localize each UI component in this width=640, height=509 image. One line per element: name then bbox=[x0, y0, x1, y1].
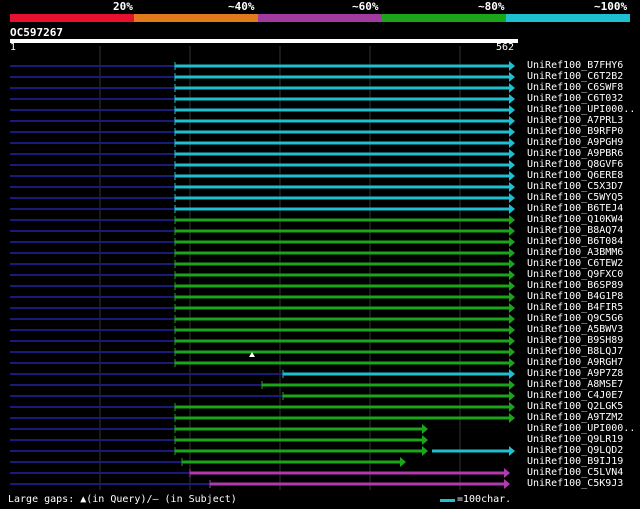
hit-label[interactable]: UniRef100_A9TZM2 bbox=[527, 412, 623, 423]
hit-label[interactable]: UniRef100_B4FIR5 bbox=[527, 302, 623, 313]
hit-label[interactable]: UniRef100_Q10KW4 bbox=[527, 214, 623, 225]
hit-arrow bbox=[509, 127, 515, 137]
hit-arrow bbox=[509, 204, 515, 214]
hit-arrow bbox=[509, 116, 515, 126]
hit-label[interactable]: UniRef100_Q9LR19 bbox=[527, 434, 623, 445]
hit-label[interactable]: UniRef100_A5BWV3 bbox=[527, 324, 623, 335]
hit-arrow bbox=[509, 336, 515, 346]
hit-label[interactable]: UniRef100_UPI000.. bbox=[527, 104, 635, 115]
hit-label[interactable]: UniRef100_A9PBR6 bbox=[527, 148, 623, 159]
hit-arrow bbox=[422, 446, 428, 456]
hit-arrow bbox=[509, 248, 515, 258]
hit-label[interactable]: UniRef100_B7FHY6 bbox=[527, 60, 623, 71]
hit-label[interactable]: UniRef100_Q9LQD2 bbox=[527, 445, 623, 456]
hit-label[interactable]: UniRef100_C6TEW2 bbox=[527, 258, 623, 269]
hit-label[interactable]: UniRef100_A9RGH7 bbox=[527, 357, 623, 368]
hit-label[interactable]: UniRef100_UPI000.. bbox=[527, 423, 635, 434]
hit-arrow bbox=[504, 479, 510, 489]
hit-label[interactable]: UniRef100_A8MSE7 bbox=[527, 379, 623, 390]
hit-label[interactable]: UniRef100_C4J0E7 bbox=[527, 390, 623, 401]
hit-arrow bbox=[509, 292, 515, 302]
hit-arrow bbox=[422, 424, 428, 434]
hit-label[interactable]: UniRef100_C6T2B2 bbox=[527, 71, 623, 82]
hit-arrow bbox=[509, 193, 515, 203]
hit-arrow bbox=[509, 270, 515, 280]
hit-label[interactable]: UniRef100_A3BMM6 bbox=[527, 247, 623, 258]
hit-label[interactable]: UniRef100_C5WYQ5 bbox=[527, 192, 623, 203]
hit-arrow bbox=[509, 61, 515, 71]
hit-label[interactable]: UniRef100_B8AQ74 bbox=[527, 225, 623, 236]
hit-arrow bbox=[509, 259, 515, 269]
hit-arrow bbox=[400, 457, 406, 467]
hit-label[interactable]: UniRef100_Q2LGK5 bbox=[527, 401, 623, 412]
gaps-legend: Large gaps: ▲(in Query)/– (in Subject) bbox=[8, 494, 237, 505]
hit-arrow bbox=[509, 446, 515, 456]
hit-arrow bbox=[509, 391, 515, 401]
hit-label[interactable]: UniRef100_B4G1P8 bbox=[527, 291, 623, 302]
hit-label[interactable]: UniRef100_B6T084 bbox=[527, 236, 623, 247]
hit-arrow bbox=[509, 215, 515, 225]
hit-label[interactable]: UniRef100_B6SP89 bbox=[527, 280, 623, 291]
hit-arrow bbox=[504, 468, 510, 478]
hit-arrow bbox=[509, 149, 515, 159]
scale-legend-line bbox=[440, 499, 455, 502]
hit-arrow bbox=[509, 182, 515, 192]
hit-label[interactable]: UniRef100_A7PRL3 bbox=[527, 115, 623, 126]
hit-arrow bbox=[509, 380, 515, 390]
hit-label[interactable]: UniRef100_A9P7Z8 bbox=[527, 368, 623, 379]
hit-label[interactable]: UniRef100_C6T032 bbox=[527, 93, 623, 104]
hit-label[interactable]: UniRef100_C6SWF8 bbox=[527, 82, 623, 93]
hit-arrow bbox=[509, 281, 515, 291]
hit-arrow bbox=[509, 347, 515, 357]
hit-label[interactable]: UniRef100_B9SH89 bbox=[527, 335, 623, 346]
hit-arrow bbox=[509, 325, 515, 335]
hit-arrow bbox=[509, 72, 515, 82]
hit-label[interactable]: UniRef100_B9IJ19 bbox=[527, 456, 623, 467]
hit-arrow bbox=[509, 358, 515, 368]
hit-label[interactable]: UniRef100_B8LQJ7 bbox=[527, 346, 623, 357]
hit-arrow bbox=[509, 94, 515, 104]
hit-label[interactable]: UniRef100_C5X3D7 bbox=[527, 181, 623, 192]
hit-arrow bbox=[509, 83, 515, 93]
hit-arrow bbox=[509, 171, 515, 181]
hit-arrow bbox=[509, 105, 515, 115]
hit-label[interactable]: UniRef100_Q9C5G6 bbox=[527, 313, 623, 324]
hit-arrow bbox=[509, 413, 515, 423]
hit-arrow bbox=[509, 138, 515, 148]
hit-arrow bbox=[422, 435, 428, 445]
scale-legend-text: =100char. bbox=[457, 494, 512, 505]
hit-label[interactable]: UniRef100_B9RFP0 bbox=[527, 126, 623, 137]
hit-label[interactable]: UniRef100_Q6ERE8 bbox=[527, 170, 623, 181]
hit-arrow bbox=[509, 160, 515, 170]
hit-label[interactable]: UniRef100_C5K9J3 bbox=[527, 478, 623, 489]
hit-arrow bbox=[509, 226, 515, 236]
hit-arrow bbox=[509, 402, 515, 412]
hit-arrow bbox=[509, 237, 515, 247]
hit-label[interactable]: UniRef100_A9PGH9 bbox=[527, 137, 623, 148]
hit-label[interactable]: UniRef100_Q8GVF6 bbox=[527, 159, 623, 170]
hit-arrow bbox=[509, 303, 515, 313]
hit-arrow bbox=[509, 369, 515, 379]
hit-arrow bbox=[509, 314, 515, 324]
hit-label[interactable]: UniRef100_Q9FXC0 bbox=[527, 269, 623, 280]
hit-label[interactable]: UniRef100_C5LVN4 bbox=[527, 467, 623, 478]
hit-label[interactable]: UniRef100_B6TEJ4 bbox=[527, 203, 623, 214]
